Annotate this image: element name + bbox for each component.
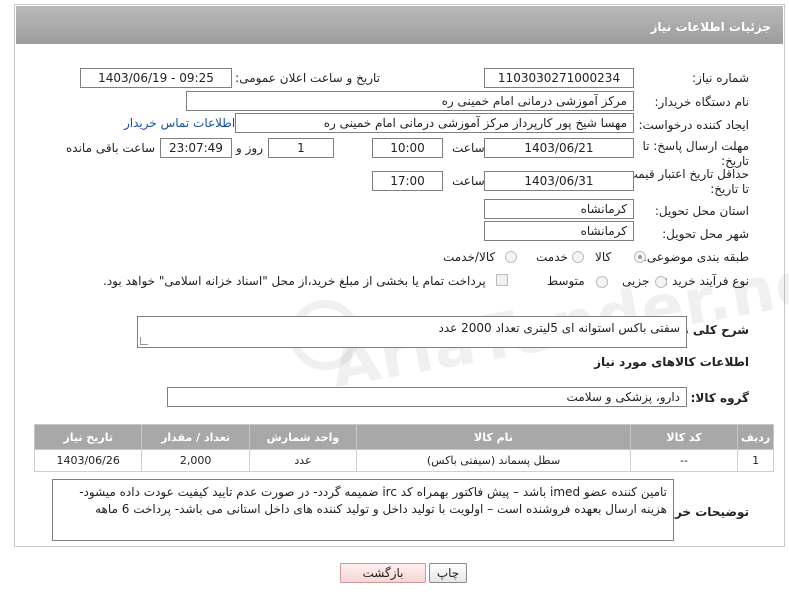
remaining-time-field: 23:07:49 bbox=[160, 138, 232, 158]
cell-item-name: سطل پسماند (سیفتی باکس) bbox=[356, 449, 631, 472]
buyer-org-label: نام دستگاه خریدار: bbox=[654, 95, 750, 109]
table-header-row: ردیف کد کالا نام کالا واحد شمارش تعداد /… bbox=[33, 424, 774, 450]
reply-deadline-time-label: ساعت bbox=[452, 141, 485, 155]
cell-unit: عدد bbox=[248, 449, 358, 472]
resize-handle-icon[interactable] bbox=[140, 337, 148, 345]
treasury-payment-note: پرداخت تمام یا بخشی از مبلغ خرید،از محل … bbox=[103, 274, 486, 288]
category-option-goods: کالا bbox=[595, 250, 612, 264]
cell-item-code: -- bbox=[629, 449, 739, 472]
requester-field: مهسا شیخ پور کارپرداز مرکز آموزشی درمانی… bbox=[235, 113, 634, 133]
reply-deadline-label: مهلت ارسال پاسخ: تا تاریخ: bbox=[642, 139, 749, 168]
purchase-type-label: نوع فرآیند خرید : bbox=[664, 274, 749, 288]
city-field: کرمانشاه bbox=[484, 221, 634, 241]
price-validity-label: حداقل تاریخ اعتبار قیمت: تا تاریخ: bbox=[622, 167, 749, 196]
category-label: طبقه بندی موضوعی: bbox=[642, 250, 749, 264]
category-option-service: خدمت bbox=[536, 250, 568, 264]
col-header-unit: واحد شمارش bbox=[248, 424, 358, 450]
goods-group-label: گروه کالا: bbox=[690, 391, 749, 405]
price-validity-date-field: 1403/06/31 bbox=[484, 171, 634, 191]
back-button[interactable]: بازگشت bbox=[340, 563, 426, 583]
category-radio-goods-service[interactable] bbox=[505, 251, 517, 263]
purchase-radio-medium[interactable] bbox=[596, 276, 608, 288]
treasury-payment-checkbox[interactable] bbox=[496, 274, 508, 286]
city-label: شهر محل تحویل: bbox=[662, 227, 749, 241]
price-validity-time-label: ساعت bbox=[452, 174, 485, 188]
requester-label: ایجاد کننده درخواست: bbox=[638, 118, 749, 132]
category-radio-goods[interactable] bbox=[634, 251, 646, 263]
remaining-time-label: ساعت باقی مانده bbox=[66, 141, 156, 155]
table-row: 1 -- سطل پسماند (سیفتی باکس) عدد 2,000 1… bbox=[33, 449, 774, 472]
goods-group-field: دارو، پزشکی و سلامت bbox=[167, 387, 687, 407]
announce-datetime-field: 1403/06/19 - 09:25 bbox=[80, 68, 232, 88]
category-option-goods-service: کالا/خدمت bbox=[443, 250, 496, 264]
print-button[interactable]: چاپ bbox=[429, 563, 467, 583]
summary-text: سفتی باکس استوانه ای 5لیتری تعداد 2000 ع… bbox=[438, 321, 680, 335]
cell-quantity: 2,000 bbox=[141, 449, 250, 472]
purchase-option-minor: جزیی bbox=[622, 274, 650, 288]
province-label: استان محل تحویل: bbox=[654, 204, 749, 218]
goods-table: ردیف کد کالا نام کالا واحد شمارش تعداد /… bbox=[33, 424, 774, 472]
reply-deadline-time-field: 10:00 bbox=[372, 138, 443, 158]
buyer-notes-text: تامین کننده عضو imed باشد – پیش فاکتور ب… bbox=[79, 485, 667, 516]
cell-need-date: 1403/06/26 bbox=[33, 449, 143, 472]
category-radio-service[interactable] bbox=[572, 251, 584, 263]
remaining-days-label: روز و bbox=[236, 141, 263, 155]
purchase-option-medium: متوسط bbox=[547, 274, 585, 288]
buyer-org-field: مرکز آموزشی درمانی امام خمینی ره bbox=[186, 91, 634, 111]
announce-datetime-label: تاریخ و ساعت اعلان عمومی: bbox=[235, 71, 380, 85]
col-header-need-date: تاریخ نیاز bbox=[33, 424, 143, 450]
col-header-item-code: کد کالا bbox=[629, 424, 739, 450]
reply-deadline-date-field: 1403/06/21 bbox=[484, 138, 634, 158]
buyer-contact-link[interactable]: اطلاعات تماس خریدار bbox=[124, 116, 235, 130]
purchase-radio-minor[interactable] bbox=[655, 276, 667, 288]
panel-title: جزئیات اطلاعات نیاز bbox=[16, 6, 783, 44]
remaining-days-field: 1 bbox=[268, 138, 334, 158]
col-header-row-number: ردیف bbox=[737, 424, 774, 450]
need-number-field: 1103030271000234 bbox=[484, 68, 634, 88]
col-header-quantity: تعداد / مقدار bbox=[141, 424, 250, 450]
province-field: کرمانشاه bbox=[484, 199, 634, 219]
goods-section-title: اطلاعات کالاهای مورد نیاز bbox=[594, 355, 749, 369]
col-header-item-name: نام کالا bbox=[356, 424, 631, 450]
need-number-label: شماره نیاز: bbox=[692, 71, 749, 85]
buyer-notes-field: تامین کننده عضو imed باشد – پیش فاکتور ب… bbox=[52, 479, 674, 541]
price-validity-time-field: 17:00 bbox=[372, 171, 443, 191]
summary-field: سفتی باکس استوانه ای 5لیتری تعداد 2000 ع… bbox=[137, 316, 687, 348]
cell-row-number: 1 bbox=[737, 449, 774, 472]
